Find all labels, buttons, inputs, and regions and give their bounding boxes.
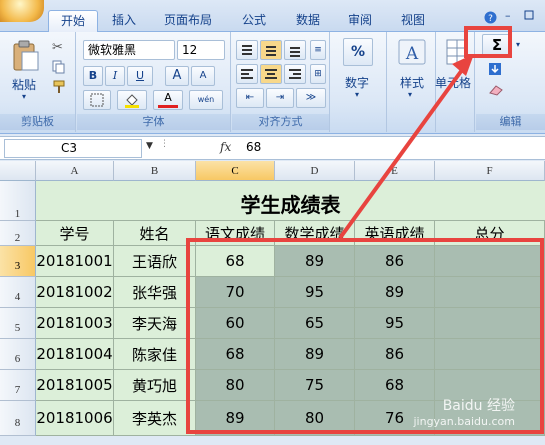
watermark-brand: Baidu 经验: [442, 398, 515, 414]
annotation-arrow: [338, 54, 474, 240]
watermark: Baidu 经验 jingyan.baidu.com: [413, 395, 515, 428]
watermark-url: jingyan.baidu.com: [413, 415, 515, 428]
